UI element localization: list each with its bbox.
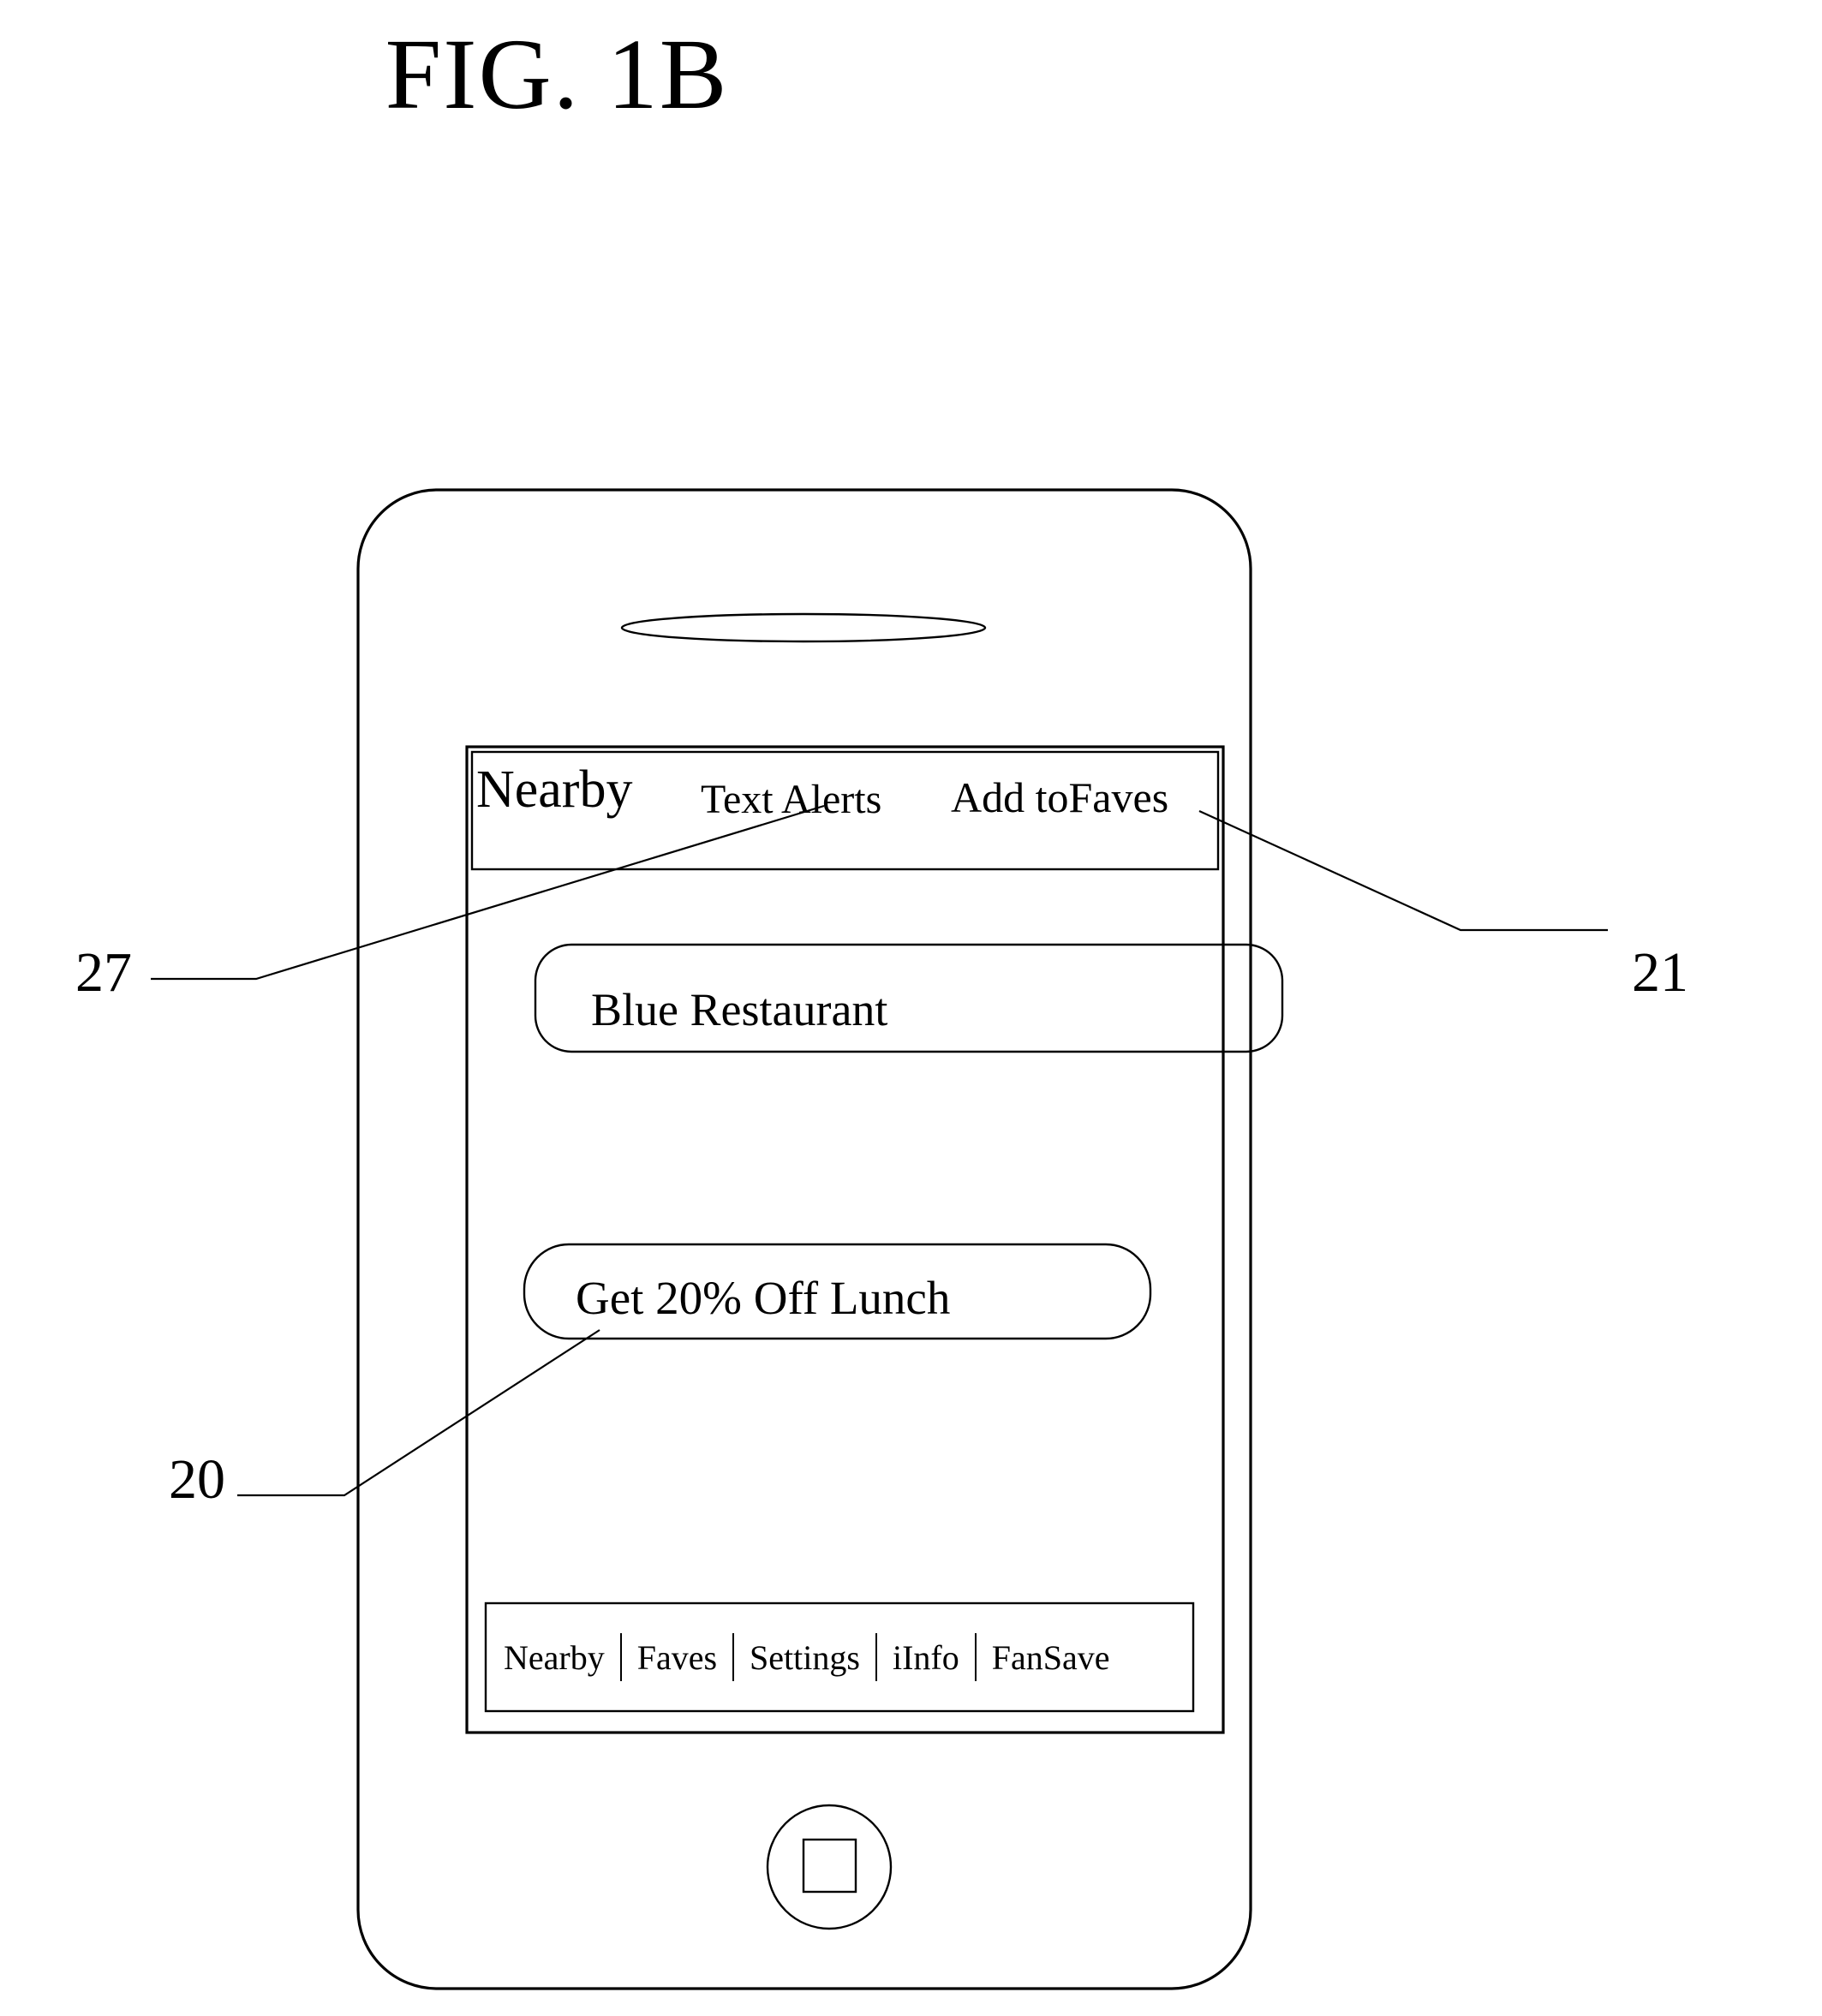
header-action-add-to-faves[interactable]: Add toFaves (951, 772, 1168, 822)
leader-line-27 (151, 804, 825, 981)
tab-iinfo[interactable]: iInfo (877, 1637, 975, 1678)
home-button-circle[interactable] (766, 1804, 893, 1930)
tab-fansave[interactable]: FanSave (977, 1637, 1126, 1678)
tabbar: Nearby Faves Settings iInfo FanSave (488, 1610, 1191, 1704)
tab-faves[interactable]: Faves (622, 1637, 732, 1678)
home-button-square-icon (802, 1838, 857, 1894)
patent-figure: FIG. 1B Nearby Text Alerts Add toFaves B… (0, 0, 1822, 2016)
reference-numeral-27: 27 (75, 941, 132, 1004)
tab-settings[interactable]: Settings (734, 1637, 875, 1678)
figure-title: FIG. 1B (385, 18, 729, 130)
screen-outline (465, 745, 1225, 1734)
card-label-offer[interactable]: Get 20% Off Lunch (576, 1271, 950, 1325)
figure-line-art (151, 488, 1608, 1990)
tab-nearby[interactable]: Nearby (488, 1637, 620, 1678)
leader-line-20 (237, 1329, 600, 1497)
phone-body-outline (356, 488, 1252, 1990)
reference-numeral-20: 20 (169, 1448, 225, 1511)
card-label-restaurant[interactable]: Blue Restaurant (591, 983, 887, 1036)
header-action-text-alerts[interactable]: Text Alerts (701, 776, 881, 823)
header-title: Nearby (476, 760, 633, 819)
reference-numeral-21: 21 (1632, 941, 1688, 1004)
leader-line-21 (1198, 809, 1608, 932)
earpiece-speaker-icon (620, 612, 987, 643)
